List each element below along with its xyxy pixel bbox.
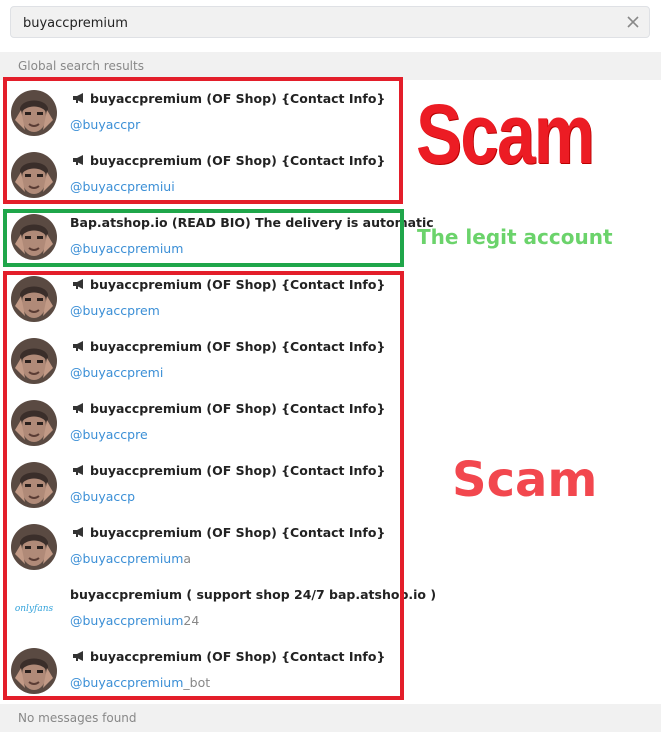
result-title: Bap.atshop.io (READ BIO) The delivery is… bbox=[70, 215, 434, 233]
megaphone-icon bbox=[72, 464, 86, 476]
legit-label: The legit account bbox=[417, 225, 613, 249]
result-handle: @buyaccp bbox=[70, 489, 135, 504]
handle-rest: a bbox=[183, 551, 192, 566]
result-row[interactable]: onlyfans buyaccpremium ( support shop 24/… bbox=[0, 578, 661, 640]
search-box[interactable] bbox=[10, 6, 650, 38]
handle-match: @buyaccp bbox=[70, 489, 136, 504]
handle-match: @buyaccpremium bbox=[70, 675, 184, 690]
megaphone-icon bbox=[72, 92, 86, 104]
result-title: buyaccpremium (OF Shop) {Contact Info} bbox=[72, 153, 385, 171]
onlyfans-logo-icon: onlyfans bbox=[11, 586, 57, 632]
handle-match: @buyaccpremi bbox=[70, 365, 164, 380]
handle-match: @buyaccpremium bbox=[70, 551, 184, 566]
result-title: buyaccpremium (OF Shop) {Contact Info} bbox=[72, 339, 385, 357]
handle-match: @buyaccpremium bbox=[70, 241, 184, 256]
result-title-text: buyaccpremium (OF Shop) {Contact Info} bbox=[90, 401, 386, 416]
handle-match: @buyaccpremiui bbox=[70, 179, 175, 194]
close-icon[interactable] bbox=[625, 14, 641, 30]
handle-rest: 24 bbox=[183, 613, 200, 628]
megaphone-icon bbox=[72, 278, 86, 290]
avatar bbox=[11, 524, 57, 570]
result-handle: @buyaccprem bbox=[70, 303, 160, 318]
result-title-text: buyaccpremium (OF Shop) {Contact Info} bbox=[90, 525, 386, 540]
result-title-text: buyaccpremium (OF Shop) {Contact Info} bbox=[90, 91, 386, 106]
megaphone-icon bbox=[72, 340, 86, 352]
avatar bbox=[11, 90, 57, 136]
result-row[interactable]: buyaccpremium (OF Shop) {Contact Info} @b… bbox=[0, 640, 661, 702]
handle-match: @buyaccpre bbox=[70, 427, 148, 442]
scam-label-mid: Scam bbox=[452, 452, 598, 508]
avatar bbox=[11, 152, 57, 198]
result-title: buyaccpremium (OF Shop) {Contact Info} bbox=[72, 91, 385, 109]
result-row[interactable]: buyaccpremium (OF Shop) {Contact Info} @b… bbox=[0, 516, 661, 578]
result-row[interactable]: buyaccpremium (OF Shop) {Contact Info} @b… bbox=[0, 330, 661, 392]
messages-header: No messages found bbox=[0, 704, 661, 732]
result-title: buyaccpremium (OF Shop) {Contact Info} bbox=[72, 277, 385, 295]
result-title: buyaccpremium (OF Shop) {Contact Info} bbox=[72, 525, 385, 543]
result-title-text: buyaccpremium (OF Shop) {Contact Info} bbox=[90, 153, 386, 168]
handle-match: @buyaccprem bbox=[70, 303, 160, 318]
handle-rest: _bot bbox=[183, 675, 211, 690]
search-bar bbox=[0, 0, 661, 50]
result-title: buyaccpremium (OF Shop) {Contact Info} bbox=[72, 463, 385, 481]
result-title: buyaccpremium (OF Shop) {Contact Info} bbox=[72, 649, 385, 667]
result-handle: @buyaccpremiuma bbox=[70, 551, 191, 566]
result-handle: @buyaccpremium bbox=[70, 241, 183, 256]
avatar bbox=[11, 214, 57, 260]
scam-label-top: Scam bbox=[416, 87, 595, 181]
result-title-text: buyaccpremium (OF Shop) {Contact Info} bbox=[90, 277, 386, 292]
megaphone-icon bbox=[72, 526, 86, 538]
result-title-text: buyaccpremium (OF Shop) {Contact Info} bbox=[90, 649, 386, 664]
megaphone-icon bbox=[72, 154, 86, 166]
result-handle: @buyaccpr bbox=[70, 117, 140, 132]
result-handle: @buyaccpre bbox=[70, 427, 148, 442]
megaphone-icon bbox=[72, 402, 86, 414]
search-input[interactable] bbox=[23, 14, 603, 32]
handle-match: @buyaccpremium bbox=[70, 613, 184, 628]
result-handle: @buyaccpremium_bot bbox=[70, 675, 210, 690]
result-handle: @buyaccpremium24 bbox=[70, 613, 199, 628]
global-results-header: Global search results bbox=[0, 52, 661, 80]
result-handle: @buyaccpremiui bbox=[70, 179, 175, 194]
result-handle: @buyaccpremi bbox=[70, 365, 163, 380]
result-title: buyaccpremium ( support shop 24/7 bap.at… bbox=[70, 587, 436, 605]
avatar bbox=[11, 338, 57, 384]
result-row[interactable]: buyaccpremium (OF Shop) {Contact Info} @b… bbox=[0, 392, 661, 454]
avatar bbox=[11, 648, 57, 694]
avatar bbox=[11, 276, 57, 322]
logo-text: onlyfans bbox=[14, 604, 54, 614]
avatar bbox=[11, 462, 57, 508]
handle-match: @buyaccpr bbox=[70, 117, 141, 132]
avatar bbox=[11, 400, 57, 446]
result-row[interactable]: buyaccpremium (OF Shop) {Contact Info} @b… bbox=[0, 268, 661, 330]
result-title-text: Bap.atshop.io (READ BIO) The delivery is… bbox=[70, 215, 434, 230]
result-title-text: buyaccpremium (OF Shop) {Contact Info} bbox=[90, 339, 386, 354]
result-title-text: buyaccpremium ( support shop 24/7 bap.at… bbox=[70, 587, 437, 602]
result-title: buyaccpremium (OF Shop) {Contact Info} bbox=[72, 401, 385, 419]
result-title-text: buyaccpremium (OF Shop) {Contact Info} bbox=[90, 463, 386, 478]
megaphone-icon bbox=[72, 650, 86, 662]
